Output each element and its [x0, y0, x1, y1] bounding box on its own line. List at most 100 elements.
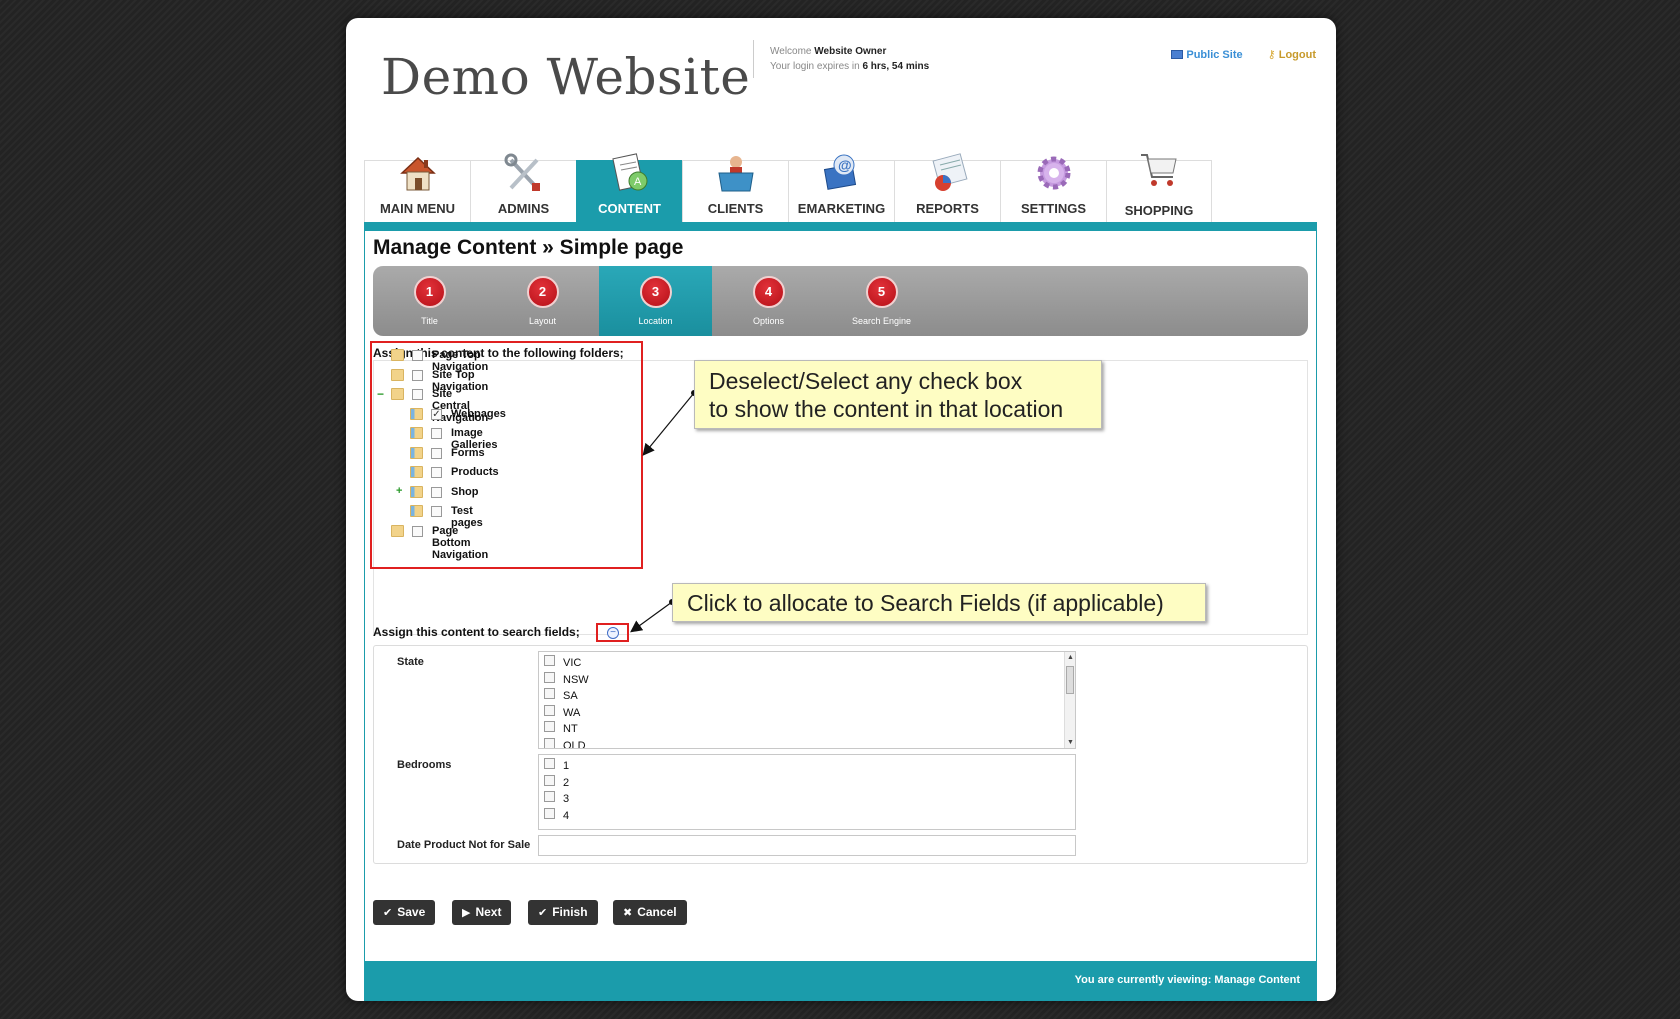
save-label: Save [397, 905, 426, 919]
step-number: 2 [526, 276, 559, 308]
next-button[interactable]: ▶ Next [452, 900, 512, 925]
bedrooms-listbox[interactable]: 1 2 3 4 [538, 754, 1076, 830]
step-search-engine[interactable]: 5 Search Engine [825, 266, 938, 336]
option-checkbox[interactable] [544, 807, 555, 819]
scroll-up-icon[interactable]: ▲ [1067, 654, 1074, 661]
tab-label: EMARKETING [797, 201, 886, 216]
date-label: Date Product Not for Sale [397, 839, 531, 851]
tab-label: CONTENT [598, 201, 661, 216]
folder-label: Forms [451, 446, 485, 459]
folder-label: Products [451, 466, 499, 478]
list-option[interactable]: QLD [539, 737, 1075, 749]
tab-emarketing[interactable]: @ EMARKETING [788, 154, 894, 222]
tab-shopping[interactable]: SHOPPING [1106, 154, 1212, 222]
list-option[interactable]: 2 [539, 774, 1075, 791]
option-checkbox[interactable] [544, 688, 555, 700]
folder-checkbox[interactable] [412, 389, 423, 400]
scroll-thumb[interactable] [1066, 666, 1074, 694]
nav-underline [364, 222, 1317, 231]
folder-checkbox[interactable] [431, 467, 442, 478]
folder-checkbox[interactable] [431, 506, 442, 517]
step-title[interactable]: 1 Title [373, 266, 486, 336]
wizard-steps: 1 Title 2 Layout 3 Location 4 Options 5 … [373, 266, 1308, 336]
list-option[interactable]: 3 [539, 790, 1075, 807]
tab-admins[interactable]: ADMINS [470, 153, 576, 222]
step-label: Search Engine [851, 316, 912, 326]
step-options[interactable]: 4 Options [712, 266, 825, 336]
tab-content[interactable]: A CONTENT [576, 153, 682, 222]
tab-clients[interactable]: CLIENTS [682, 156, 788, 222]
option-checkbox[interactable] [544, 737, 555, 748]
option-checkbox[interactable] [544, 774, 555, 786]
option-checkbox[interactable] [544, 721, 555, 733]
step-location[interactable]: 3 Location [599, 266, 712, 336]
cancel-button[interactable]: ✖ Cancel [613, 900, 687, 925]
folder-checkbox[interactable] [431, 447, 442, 459]
tab-settings[interactable]: SETTINGS [1000, 156, 1106, 222]
tab-reports[interactable]: REPORTS [894, 153, 1000, 222]
folder-icon [410, 485, 423, 498]
option-checkbox[interactable] [544, 758, 555, 769]
welcome-prefix: Welcome [770, 46, 812, 57]
folder-checkbox[interactable]: ✓ [431, 408, 442, 420]
step-label: Location [638, 316, 673, 326]
step-layout[interactable]: 2 Layout [486, 266, 599, 336]
list-option[interactable]: NT [539, 720, 1075, 737]
folder-checkbox[interactable] [431, 486, 442, 498]
option-checkbox[interactable] [544, 671, 555, 683]
step-number: 4 [752, 276, 785, 308]
header-divider [753, 40, 754, 78]
list-option[interactable]: SA [539, 687, 1075, 704]
option-label: QLD [563, 739, 586, 749]
cancel-label: Cancel [637, 905, 677, 919]
tab-main-menu[interactable]: MAIN MENU [364, 156, 470, 222]
main-nav: MAIN MENU ADMINS A CONTENT CLIENTS @ EMA… [364, 153, 1212, 222]
finish-button[interactable]: ✔ Finish [528, 900, 598, 925]
list-option[interactable]: 4 [539, 807, 1075, 824]
list-option[interactable]: 1 [539, 757, 1075, 774]
user-name: Website Owner [814, 46, 887, 57]
welcome-info: Welcome Website Owner Your login expires… [770, 44, 929, 74]
search-heading: Assign this content to search fields; [373, 625, 580, 639]
list-option[interactable]: VIC [539, 654, 1075, 671]
finish-label: Finish [552, 905, 588, 919]
option-label: 3 [563, 793, 570, 806]
folder-checkbox[interactable] [431, 428, 442, 439]
search-fields-panel: State VIC NSW SA WA NT QLD ▲ ▼ Bedrooms 1234 … [373, 645, 1308, 864]
folder-icon [391, 388, 404, 400]
collapse-icon[interactable]: − [377, 387, 384, 401]
search-toggle-highlight: − [596, 623, 629, 642]
checkbox-callout: Deselect/Select any check box to show th… [694, 360, 1102, 429]
state-scrollbar[interactable]: ▲ ▼ [1064, 652, 1075, 748]
folder-checkbox[interactable] [412, 369, 423, 381]
save-button[interactable]: ✔ Save [373, 900, 436, 925]
logout-link[interactable]: ⚷ Logout [1268, 49, 1316, 61]
list-option[interactable]: NSW [539, 671, 1075, 688]
person-folder-icon [717, 156, 754, 192]
option-label: WA [563, 706, 581, 719]
callout-line-2: to show the content in that location [709, 396, 1064, 422]
report-icon [932, 153, 967, 191]
folder-checkbox[interactable] [412, 525, 423, 537]
expand-icon[interactable]: + [396, 485, 402, 497]
folder-checkbox[interactable] [412, 350, 423, 361]
folder-label: Page Bottom Navigation [432, 524, 489, 561]
folder-icon [391, 368, 404, 381]
scroll-down-icon[interactable]: ▼ [1067, 739, 1074, 746]
option-checkbox[interactable] [544, 704, 555, 716]
close-icon: ✖ [623, 907, 633, 919]
state-listbox[interactable]: VIC NSW SA WA NT QLD ▲ ▼ [538, 651, 1076, 749]
list-option[interactable]: WA [539, 704, 1075, 721]
step-label: Layout [528, 316, 557, 326]
logout-label: Logout [1278, 49, 1316, 61]
public-site-link[interactable]: Public Site [1171, 49, 1243, 61]
option-checkbox[interactable] [544, 655, 555, 666]
folder-icon [410, 407, 423, 420]
check-icon: ✔ [538, 907, 548, 919]
folder-icon [410, 446, 423, 459]
svg-text:A: A [634, 176, 642, 188]
option-label: 2 [563, 776, 570, 789]
option-checkbox[interactable] [544, 791, 555, 803]
date-not-for-sale-input[interactable] [538, 835, 1076, 856]
collapse-circle-icon[interactable]: − [607, 627, 619, 639]
